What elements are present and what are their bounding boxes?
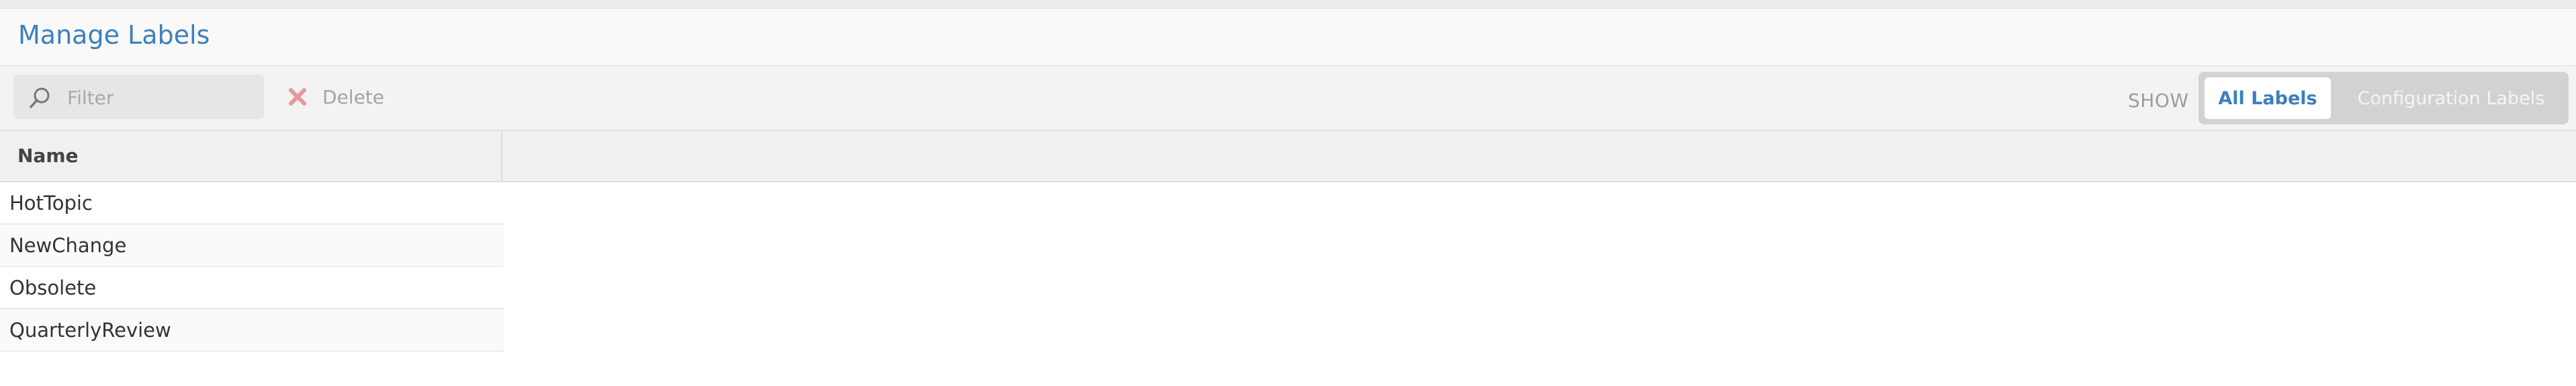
table-row[interactable]: QuarterlyReview xyxy=(0,309,504,352)
page-title: Manage Labels xyxy=(18,20,210,50)
name-column-label: Name xyxy=(17,145,79,167)
close-icon xyxy=(289,88,306,106)
show-label: SHOW xyxy=(2128,89,2189,112)
label-name: QuarterlyReview xyxy=(9,319,171,342)
delete-label: Delete xyxy=(322,85,384,108)
search-icon xyxy=(30,87,50,108)
title-bar: Manage Labels xyxy=(0,9,2576,67)
table-header: Name xyxy=(0,131,2576,182)
all-labels-tab[interactable]: All Labels xyxy=(2205,77,2331,119)
table-row[interactable]: NewChange xyxy=(0,225,504,267)
configuration-labels-tab[interactable]: Configuration Labels xyxy=(2338,77,2565,119)
top-strip xyxy=(0,0,2576,9)
label-name: Obsolete xyxy=(9,276,97,299)
table-row[interactable]: HotTopic xyxy=(0,182,504,225)
toolbar: Delete SHOW All Labels Configuration Lab… xyxy=(0,67,2576,131)
delete-button[interactable]: Delete xyxy=(287,75,384,119)
filter-box[interactable] xyxy=(13,75,264,119)
labels-table-body: HotTopic NewChange Obsolete QuarterlyRev… xyxy=(0,182,504,352)
table-row[interactable]: Obsolete xyxy=(0,267,504,309)
name-column-header[interactable]: Name xyxy=(0,131,502,181)
view-toggle: All Labels Configuration Labels xyxy=(2199,72,2569,124)
label-name: NewChange xyxy=(9,234,127,257)
filter-input[interactable] xyxy=(66,83,257,112)
label-name: HotTopic xyxy=(9,192,93,215)
